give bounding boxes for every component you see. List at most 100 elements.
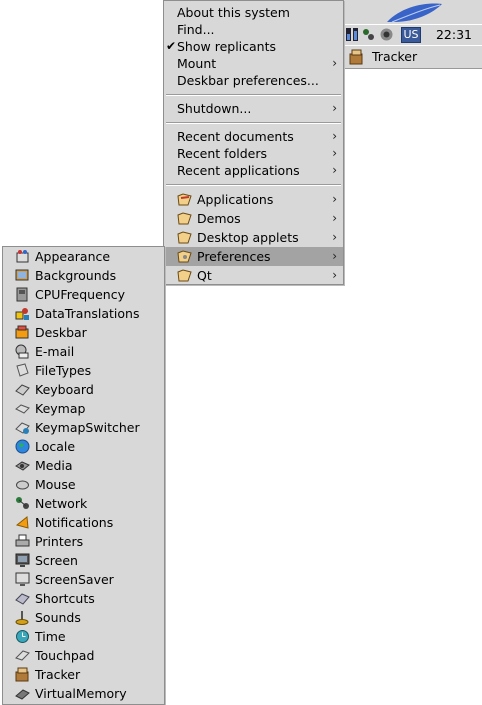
- sounds-icon: [15, 611, 29, 625]
- menu-item-label: Recent applications: [177, 163, 300, 178]
- folder-icon: [177, 231, 192, 244]
- menu-item-deskbar-preferences[interactable]: Deskbar preferences...: [164, 71, 343, 90]
- pref-item-screensaver[interactable]: ScreenSaver: [3, 570, 164, 589]
- deskbar-logo[interactable]: [342, 0, 482, 25]
- pref-item-backgrounds[interactable]: Backgrounds: [3, 266, 164, 285]
- pref-item-appearance[interactable]: Appearance: [3, 247, 164, 266]
- pref-item-touchpad[interactable]: Touchpad: [3, 646, 164, 665]
- pref-item-shortcuts[interactable]: Shortcuts: [3, 589, 164, 608]
- menu-item-label: Shortcuts: [35, 591, 95, 606]
- tracker-team-item[interactable]: Tracker: [342, 45, 482, 69]
- menu-item-label: Printers: [35, 534, 84, 549]
- filetypes-icon: [16, 363, 29, 377]
- keyboard-icon: [15, 384, 30, 396]
- cpu-icon: [16, 287, 28, 302]
- menu-item-label: Keymap: [35, 401, 86, 416]
- menu-item-applications[interactable]: Applications ›: [164, 190, 343, 209]
- submenu-arrow-icon: ›: [332, 268, 337, 282]
- media-icon: [15, 461, 30, 471]
- folder-icon: [177, 250, 192, 263]
- system-tray: US 22:31: [342, 24, 482, 46]
- pref-item-notifications[interactable]: Notifications: [3, 513, 164, 532]
- network-status-icon[interactable]: [362, 28, 375, 41]
- submenu-arrow-icon: ›: [332, 101, 337, 115]
- menu-item-qt[interactable]: Qt ›: [164, 266, 343, 285]
- menu-item-label: Deskbar preferences...: [177, 73, 319, 88]
- mouse-icon: [16, 480, 29, 490]
- pref-item-deskbar[interactable]: Deskbar: [3, 323, 164, 342]
- menu-item-label: DataTranslations: [35, 306, 140, 321]
- pref-item-locale[interactable]: Locale: [3, 437, 164, 456]
- menu-item-label: Touchpad: [35, 648, 95, 663]
- pref-item-keymapswitcher[interactable]: KeymapSwitcher: [3, 418, 164, 437]
- pref-item-tracker[interactable]: Tracker: [3, 665, 164, 684]
- menu-item-shutdown[interactable]: Shutdown... ›: [164, 99, 343, 118]
- menu-item-recent-applications[interactable]: Recent applications ›: [164, 161, 343, 180]
- deskbar: US 22:31 Tracker: [342, 0, 482, 69]
- pref-item-printers[interactable]: Printers: [3, 532, 164, 551]
- virtualmemory-icon: [15, 689, 30, 700]
- pref-item-keymap[interactable]: Keymap: [3, 399, 164, 418]
- menu-item-demos[interactable]: Demos ›: [164, 209, 343, 228]
- menu-item-label: Tracker: [35, 667, 81, 682]
- pref-item-mouse[interactable]: Mouse: [3, 475, 164, 494]
- pref-item-time[interactable]: Time: [3, 627, 164, 646]
- pref-item-network[interactable]: Network: [3, 494, 164, 513]
- menu-item-label: Time: [35, 629, 66, 644]
- pref-item-filetypes[interactable]: FileTypes: [3, 361, 164, 380]
- menu-item-label: Sounds: [35, 610, 81, 625]
- menu-item-label: Appearance: [35, 249, 111, 264]
- clock[interactable]: 22:31: [436, 27, 472, 42]
- keyboard-layout-indicator[interactable]: US: [401, 27, 421, 43]
- pref-item-media[interactable]: Media: [3, 456, 164, 475]
- menu-separator: [166, 94, 341, 96]
- menu-item-label: Media: [35, 458, 73, 473]
- menu-separator: [166, 122, 341, 124]
- tracker-icon: [15, 667, 29, 682]
- pref-item-virtualmemory[interactable]: VirtualMemory: [3, 684, 164, 703]
- submenu-arrow-icon: ›: [332, 192, 337, 206]
- submenu-arrow-icon: ›: [332, 230, 337, 244]
- menu-item-desktop-applets[interactable]: Desktop applets ›: [164, 228, 343, 247]
- media-status-icon[interactable]: [380, 28, 393, 41]
- pref-item-email[interactable]: E-mail: [3, 342, 164, 361]
- keymapswitcher-icon: [15, 422, 30, 434]
- menu-item-label: Keyboard: [35, 382, 94, 397]
- datatranslations-icon: [15, 308, 29, 320]
- menu-item-label: KeymapSwitcher: [35, 420, 140, 435]
- pref-item-cpufrequency[interactable]: CPUFrequency: [3, 285, 164, 304]
- menu-item-label: Notifications: [35, 515, 114, 530]
- screen-icon: [15, 553, 30, 567]
- submenu-arrow-icon: ›: [332, 163, 337, 177]
- keymap-icon: [15, 404, 30, 414]
- network-icon: [16, 497, 29, 509]
- deskbar-menu: About this system Find... ✔ Show replican…: [163, 0, 344, 285]
- menu-item-label: Desktop applets: [197, 230, 299, 245]
- pref-item-datatranslations[interactable]: DataTranslations: [3, 304, 164, 323]
- menu-item-label: Applications: [197, 192, 274, 207]
- tracker-icon: [349, 49, 363, 65]
- tracker-label: Tracker: [372, 49, 418, 64]
- menu-item-label: VirtualMemory: [35, 686, 127, 701]
- pref-item-keyboard[interactable]: Keyboard: [3, 380, 164, 399]
- menu-item-label: E-mail: [35, 344, 75, 359]
- menu-item-preferences[interactable]: Preferences ›: [164, 247, 343, 266]
- process-monitor-icon[interactable]: [346, 28, 359, 41]
- email-icon: [15, 344, 29, 359]
- menu-item-label: Mouse: [35, 477, 76, 492]
- submenu-arrow-icon: ›: [332, 211, 337, 225]
- pref-item-sounds[interactable]: Sounds: [3, 608, 164, 627]
- menu-item-label: Deskbar: [35, 325, 87, 340]
- printer-icon: [15, 534, 30, 547]
- shortcuts-icon: [15, 593, 30, 605]
- menu-item-label: Backgrounds: [35, 268, 117, 283]
- backgrounds-icon: [15, 269, 29, 281]
- globe-icon: [15, 439, 30, 454]
- clock-icon: [16, 630, 29, 643]
- pref-item-screen[interactable]: Screen: [3, 551, 164, 570]
- submenu-arrow-icon: ›: [332, 249, 337, 263]
- folder-icon: [177, 269, 192, 282]
- menu-item-label: Locale: [35, 439, 76, 454]
- menu-item-label: Qt: [197, 268, 212, 283]
- menu-item-label: ScreenSaver: [35, 572, 114, 587]
